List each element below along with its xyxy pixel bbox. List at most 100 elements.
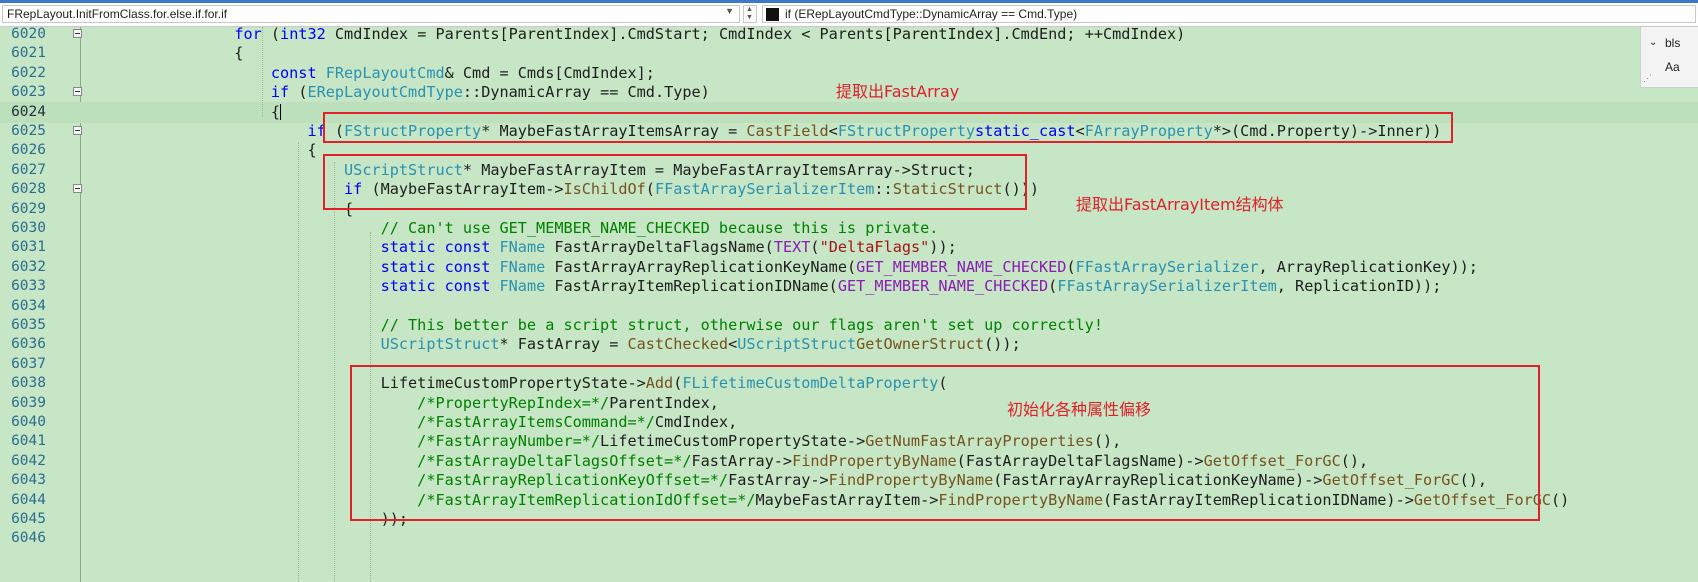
fold-toggle-icon[interactable] <box>73 184 82 194</box>
code-token: ( <box>261 25 281 43</box>
cube-icon <box>766 8 779 21</box>
code-token: { <box>88 141 317 160</box>
code-token: const <box>270 63 317 82</box>
fold-toggle-icon[interactable] <box>73 87 82 97</box>
code-token: if <box>270 83 290 102</box>
code-token: GetOwnerStruct <box>856 335 985 354</box>
code-text: const FRepLayoutCmd& Cmd = Cmds[CmdIndex… <box>88 63 655 82</box>
line-number: 6035 <box>11 317 46 333</box>
code-token: * FastArray = <box>499 335 628 354</box>
code-token: for <box>234 25 262 43</box>
code-text: if (ERepLayoutCmdType::DynamicArray == C… <box>88 84 710 101</box>
line-number: 6028 <box>11 181 46 198</box>
grip-icon[interactable]: ⋰ <box>1643 73 1652 84</box>
line-number: 6023 <box>11 84 46 101</box>
code-line[interactable]: 6035 // This better be a script struct, … <box>0 315 1698 336</box>
indent-guide <box>334 162 335 582</box>
code-token: { <box>88 199 354 218</box>
code-token: & Cmd = Cmds[CmdIndex]; <box>444 63 655 82</box>
scope-spinner[interactable]: ▲ ▼ <box>743 5 757 23</box>
code-line[interactable]: 6034 <box>0 296 1698 317</box>
code-token: FName <box>499 257 546 276</box>
code-token: const <box>444 238 491 257</box>
code-token: FName <box>499 238 546 257</box>
line-number: 6022 <box>11 64 46 81</box>
indent-guide <box>262 27 263 117</box>
fold-toggle-icon[interactable] <box>73 126 82 135</box>
code-token: static <box>380 238 436 257</box>
code-token: ERepLayoutCmdType <box>307 83 463 102</box>
code-line[interactable]: 6020 for (int32 CmdIndex = Parents[Paren… <box>0 24 1698 45</box>
match-case-toggle[interactable]: Aa <box>1665 60 1680 74</box>
line-number: 6039 <box>11 394 46 411</box>
line-number: 6032 <box>11 258 46 275</box>
arrow-up-icon[interactable]: ▲ <box>746 6 753 14</box>
line-number: 6021 <box>11 45 46 62</box>
line-number: 6034 <box>11 297 46 314</box>
annotation-offsets: 初始化各种属性偏移 <box>1007 400 1152 419</box>
line-number: 6026 <box>11 142 46 159</box>
line-number: 6042 <box>11 452 46 469</box>
code-text: // This better be a script struct, other… <box>88 317 1103 334</box>
code-token: UScriptStruct <box>737 335 857 354</box>
line-number: 6037 <box>11 355 46 372</box>
code-token: // This better be a script struct, other… <box>380 316 1103 334</box>
code-token: FFastArraySerializer <box>1075 257 1259 276</box>
annotation-fastarray: 提取出FastArray <box>836 82 960 101</box>
code-line[interactable]: 6031 static const FName FastArrayDeltaFl… <box>0 237 1698 258</box>
code-token: TEXT <box>773 238 811 257</box>
chevron-down-icon[interactable]: ▼ <box>725 6 734 16</box>
code-line[interactable]: 6033 static const FName FastArrayItemRep… <box>0 276 1698 297</box>
code-line[interactable]: 6032 static const FName FastArrayArrayRe… <box>0 257 1698 278</box>
code-text: static const FName FastArrayItemReplicat… <box>88 277 1442 296</box>
chevron-down-icon[interactable]: ⌄ <box>1649 37 1657 48</box>
code-token: const <box>444 277 491 296</box>
member-text: if (ERepLayoutCmdType::DynamicArray == C… <box>785 7 1078 21</box>
code-token: ( <box>1048 277 1058 296</box>
code-text: { <box>88 141 317 160</box>
annotation-fastarrayitem: 提取出FastArrayItem结构体 <box>1076 195 1284 214</box>
code-token: ::DynamicArray == Cmd.Type) <box>462 83 710 102</box>
arrow-down-icon[interactable]: ▼ <box>746 14 753 22</box>
scope-dropdown[interactable]: FRepLayout.InitFromClass.for.else.if.for… <box>2 5 740 23</box>
code-line[interactable]: 6036 UScriptStruct* FastArray = CastChec… <box>0 334 1698 355</box>
code-token: ( <box>289 83 308 102</box>
line-number: 6045 <box>11 511 46 527</box>
code-line[interactable]: 6046 <box>0 528 1698 549</box>
code-token: FName <box>499 277 546 296</box>
code-token: , ArrayReplicationKey)); <box>1258 257 1478 276</box>
code-token: const <box>444 257 491 276</box>
line-number: 6046 <box>11 530 46 547</box>
code-token: , ReplicationID)); <box>1276 277 1442 296</box>
code-text: for (int32 CmdIndex = Parents[ParentInde… <box>88 26 1185 43</box>
fold-toggle-icon[interactable] <box>73 29 82 38</box>
member-dropdown[interactable]: if (ERepLayoutCmdType::DynamicArray == C… <box>762 5 1696 23</box>
line-number: 6041 <box>11 433 46 450</box>
code-token: static <box>380 257 436 276</box>
code-token: () <box>1551 490 1570 509</box>
code-token: FRepLayoutCmd <box>325 63 445 82</box>
code-token: UScriptStruct <box>380 335 500 354</box>
line-number: 6033 <box>11 278 46 295</box>
highlight-box-offsets <box>350 365 1540 521</box>
code-token: ()); <box>984 335 1021 354</box>
code-token: CastChecked <box>627 335 729 354</box>
code-token: ( <box>1066 257 1076 276</box>
code-text: { <box>88 45 243 62</box>
line-number: 6040 <box>11 414 46 430</box>
code-token: )); <box>929 238 957 257</box>
code-line[interactable]: 6030 // Can't use GET_MEMBER_NAME_CHECKE… <box>0 218 1698 239</box>
search-text[interactable]: bls <box>1665 36 1680 50</box>
code-line[interactable]: 6021 { <box>0 43 1698 64</box>
code-token: FastArrayItemReplicationIDName( <box>545 277 838 296</box>
